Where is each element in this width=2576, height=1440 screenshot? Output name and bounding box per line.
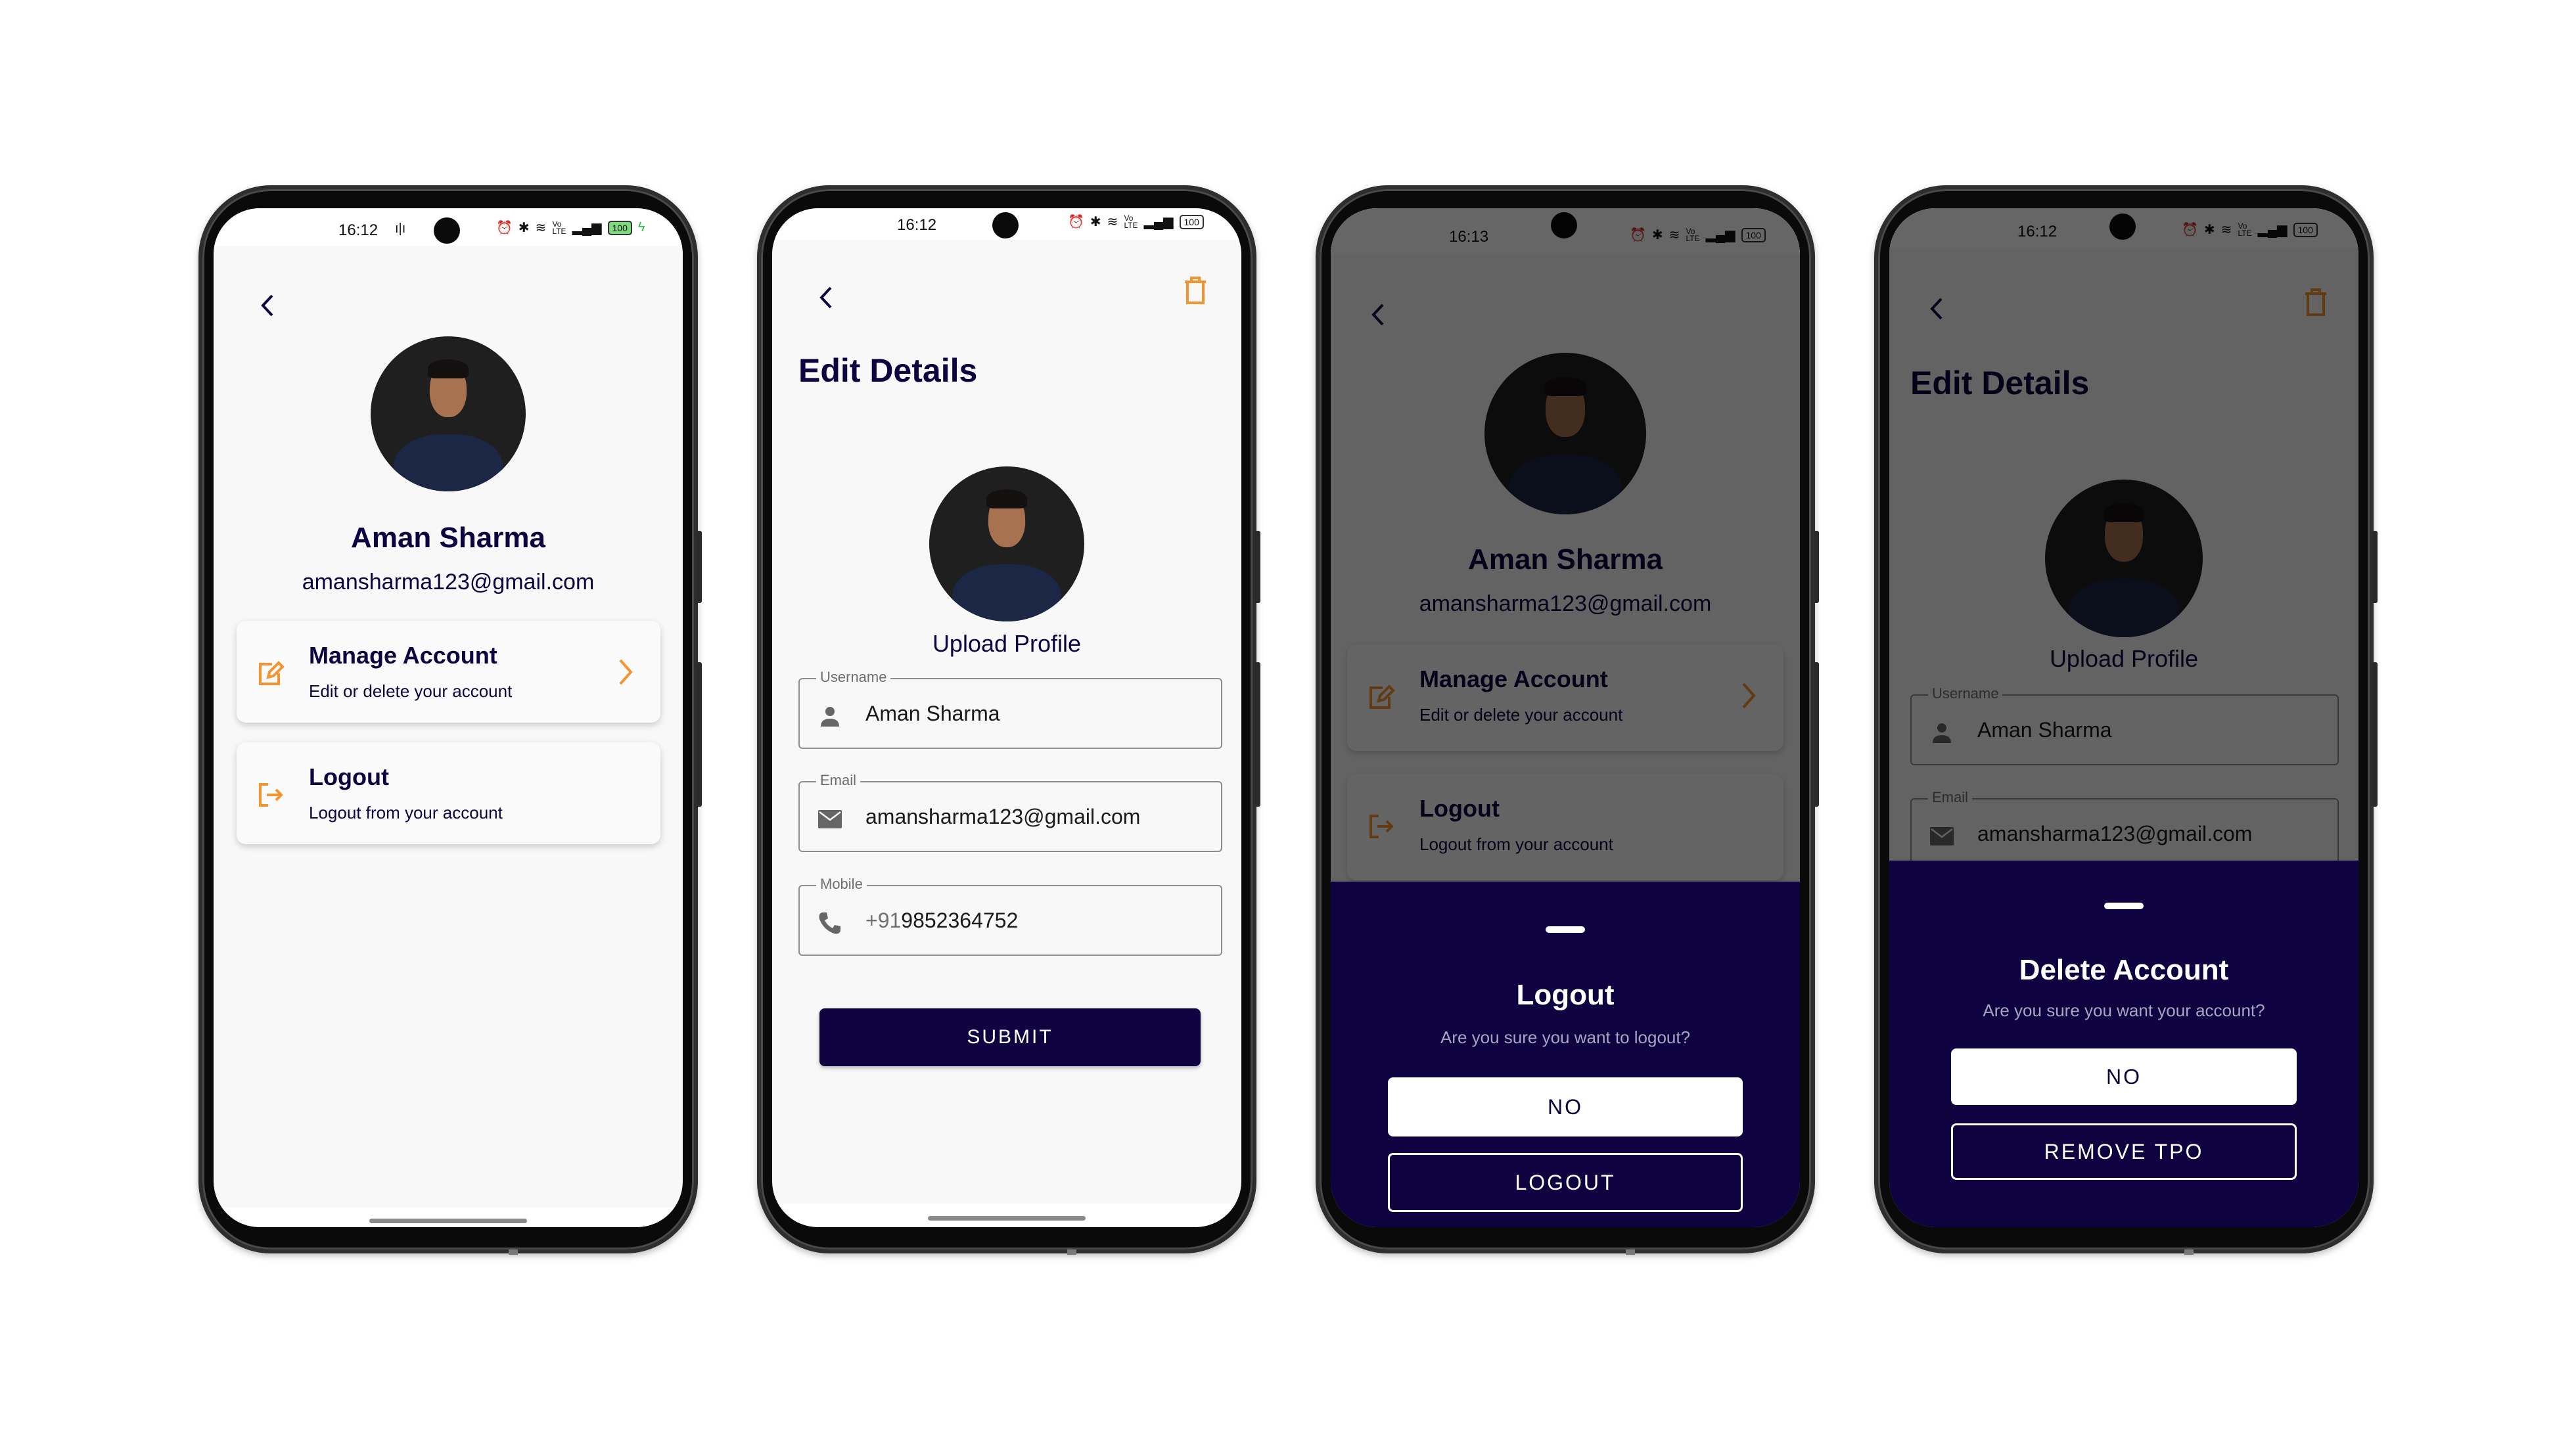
profile-name: Aman Sharma: [351, 522, 545, 554]
edit-icon: [259, 661, 285, 685]
wifi-icon: ≋: [1107, 215, 1118, 229]
audio-indicator-icon: ı|ı: [395, 221, 406, 236]
nav-strip: [772, 1204, 1241, 1227]
chevron-left-icon: [819, 286, 832, 309]
back-button[interactable]: [254, 292, 281, 319]
status-bar: 16:12 ı|ı ⏰ ✱ ≋ Vo LTE ▂▄▆ 100 ϟ: [214, 208, 683, 246]
charging-bolt-icon: ϟ: [637, 220, 645, 235]
logout-subtitle: Logout from your account: [309, 803, 503, 822]
phone-icon: [819, 912, 840, 934]
phone-frame-logout: 16:13 ⏰ ✱ ≋ VoLTE ▂▄▆ 100 Aman Sharma am…: [1316, 185, 1819, 1255]
alarm-icon: ⏰: [1068, 215, 1084, 229]
email-label: Email: [816, 772, 861, 789]
username-label: Username: [816, 669, 891, 686]
no-button[interactable]: NO: [1388, 1077, 1743, 1136]
logout-screen: 16:13 ⏰ ✱ ≋ VoLTE ▂▄▆ 100 Aman Sharma am…: [1331, 208, 1800, 1227]
power-button: [1814, 662, 1819, 807]
volume-button: [1255, 531, 1260, 603]
sheet-drag-handle[interactable]: [1546, 926, 1585, 933]
avatar: [371, 336, 526, 491]
sheet-title: Delete Account: [2019, 954, 2229, 986]
remove-account-button[interactable]: REMOVE TPO: [1951, 1123, 2297, 1180]
sheet-drag-handle[interactable]: [2104, 903, 2144, 909]
charging-port: [1626, 1249, 1635, 1255]
phone-frame-delete: 16:12 ⏰ ✱ ≋ VoLTE ▂▄▆ 100 Edit Details U…: [1874, 185, 2378, 1255]
power-button: [1255, 662, 1260, 807]
bluetooth-icon: ✱: [518, 221, 530, 235]
sheet-message: Are you sure you want to logout?: [1440, 1027, 1691, 1047]
logout-title: Logout: [309, 763, 389, 790]
phone-frame-edit-details: 16:12 ⏰ ✱ ≋ Vo LTE ▂▄▆ 100 Edit Details U…: [757, 185, 1260, 1255]
submit-button[interactable]: SUBMIT: [819, 1008, 1201, 1066]
bluetooth-icon: ✱: [1090, 215, 1101, 229]
charging-port: [2184, 1249, 2194, 1255]
battery-icon: 100: [607, 220, 632, 235]
delete-screen: 16:12 ⏰ ✱ ≋ VoLTE ▂▄▆ 100 Edit Details U…: [1889, 208, 2358, 1227]
manage-account-card[interactable]: Manage Account Edit or delete your accou…: [237, 621, 660, 723]
mobile-value[interactable]: +919852364752: [865, 909, 1207, 933]
signal-icon: ▂▄▆: [572, 221, 602, 235]
upload-profile-link[interactable]: Upload Profile: [772, 630, 1241, 658]
email-field[interactable]: Email: [798, 772, 1222, 852]
status-bar: 16:12 ⏰ ✱ ≋ VoLTE ▂▄▆ 100: [772, 208, 1241, 240]
status-icons: ⏰ ✱ ≋ VoLTE ▂▄▆ 100: [1068, 214, 1204, 230]
volte-icon: VoLTE: [552, 219, 566, 236]
mobile-field[interactable]: Mobile +919852364752: [798, 876, 1222, 956]
country-code: +91: [865, 909, 902, 932]
charging-port: [509, 1249, 518, 1255]
power-button: [697, 662, 702, 807]
confirm-logout-button[interactable]: LOGOUT: [1388, 1153, 1743, 1212]
page-title: Edit Details: [798, 352, 978, 389]
manage-account-subtitle: Edit or delete your account: [309, 681, 513, 701]
charging-port: [1067, 1249, 1076, 1255]
wifi-icon: ≋: [535, 221, 547, 235]
status-icons: ⏰ ✱ ≋ Vo LTE ▂▄▆ 100 ϟ: [496, 219, 645, 236]
nav-strip: [214, 1207, 683, 1227]
profile-email: amansharma123@gmail.com: [302, 570, 595, 595]
back-button[interactable]: [813, 284, 839, 311]
delete-bottom-sheet: Delete Account Are you sure you want you…: [1889, 861, 2358, 1227]
mobile-number: 9852364752: [901, 909, 1019, 932]
avatar[interactable]: [929, 466, 1084, 621]
username-input[interactable]: [865, 702, 1207, 726]
trash-icon[interactable]: [1182, 275, 1208, 305]
person-icon: [821, 707, 839, 727]
logout-icon: [259, 783, 283, 807]
front-camera: [992, 212, 1019, 238]
front-camera: [434, 217, 460, 244]
logout-card[interactable]: Logout Logout from your account: [237, 742, 660, 844]
home-indicator[interactable]: [928, 1216, 1086, 1221]
sheet-message: Are you sure you want your account?: [1983, 1001, 2265, 1020]
logout-bottom-sheet: Logout Are you sure you want to logout? …: [1331, 882, 1800, 1227]
chevron-left-icon: [261, 294, 273, 317]
status-time: 16:12: [897, 216, 937, 234]
no-button[interactable]: NO: [1951, 1048, 2297, 1105]
profile-screen: 16:12 ı|ı ⏰ ✱ ≋ Vo LTE ▂▄▆ 100 ϟ Aman Sha…: [214, 208, 683, 1227]
volume-button: [697, 531, 702, 603]
volte-icon: VoLTE: [1124, 213, 1138, 230]
power-button: [2372, 662, 2378, 807]
edit-details-screen: 16:12 ⏰ ✱ ≋ Vo LTE ▂▄▆ 100 Edit Details U…: [772, 208, 1241, 1227]
battery-icon: 100: [1179, 214, 1204, 229]
email-input[interactable]: [865, 805, 1207, 829]
volume-button: [1814, 531, 1819, 603]
mail-icon: [818, 810, 842, 828]
mobile-label: Mobile: [816, 876, 867, 893]
username-field[interactable]: Username: [798, 669, 1222, 749]
chevron-right-icon: [619, 659, 633, 685]
manage-account-title: Manage Account: [309, 642, 497, 669]
status-time: 16:12: [338, 221, 379, 239]
phone-frame-profile: 16:12 ı|ı ⏰ ✱ ≋ Vo LTE ▂▄▆ 100 ϟ Aman Sha…: [198, 185, 702, 1255]
volume-button: [2372, 531, 2378, 603]
alarm-icon: ⏰: [496, 221, 513, 235]
sheet-title: Logout: [1516, 979, 1615, 1011]
signal-icon: ▂▄▆: [1143, 215, 1174, 229]
home-indicator[interactable]: [369, 1219, 527, 1223]
